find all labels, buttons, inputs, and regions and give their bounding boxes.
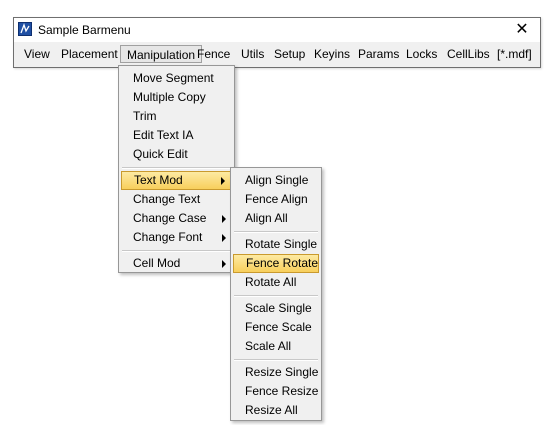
app-icon [18,22,32,36]
submenu-arrow-icon [222,260,226,268]
menu-bar: View Placement Manipulation Fence Utils … [14,43,540,65]
menu-item-cell-mod[interactable]: Cell Mod [121,254,232,273]
menu-item-label: Change Font [133,230,203,244]
menu-item-align-all[interactable]: Align All [233,209,319,228]
app-window: Sample Barmenu ✕ View Placement Manipula… [13,17,541,68]
menu-item-fence-align[interactable]: Fence Align [233,190,319,209]
menu-item-label: Text Mod [134,173,183,187]
menu-separator [122,167,231,169]
text-mod-submenu: Align Single Fence Align Align All Rotat… [230,167,322,421]
menu-locks[interactable]: Locks [400,45,443,63]
menu-separator [234,295,318,297]
menu-item-fence-resize[interactable]: Fence Resize [233,382,319,401]
menu-separator [122,250,231,252]
menu-fence[interactable]: Fence [191,45,236,63]
menu-item-change-text[interactable]: Change Text [121,190,232,209]
menu-item-fence-scale[interactable]: Fence Scale [233,318,319,337]
menu-item-text-mod[interactable]: Text Mod [121,171,232,190]
menu-separator [234,359,318,361]
menu-item-label: Change Case [133,211,207,225]
menu-celllibs[interactable]: CellLibs [441,45,496,63]
submenu-arrow-icon [221,177,225,185]
menu-item-trim[interactable]: Trim [121,107,232,126]
submenu-arrow-icon [222,215,226,223]
menu-manipulation[interactable]: Manipulation [120,45,203,63]
menu-item-align-single[interactable]: Align Single [233,171,319,190]
title-bar[interactable]: Sample Barmenu ✕ [14,18,540,42]
menu-item-scale-all[interactable]: Scale All [233,337,319,356]
menu-item-move-segment[interactable]: Move Segment [121,69,232,88]
menu-keyins[interactable]: Keyins [308,45,356,63]
menu-item-rotate-single[interactable]: Rotate Single [233,235,319,254]
menu-item-edit-text-ia[interactable]: Edit Text IA [121,126,232,145]
menu-item-scale-single[interactable]: Scale Single [233,299,319,318]
menu-separator [234,231,318,233]
menu-view[interactable]: View [18,45,56,63]
window-title: Sample Barmenu [38,23,131,37]
menu-mdf[interactable]: [*.mdf] [491,45,538,63]
menu-item-multiple-copy[interactable]: Multiple Copy [121,88,232,107]
menu-item-fence-rotate[interactable]: Fence Rotate [233,254,319,273]
menu-item-change-font[interactable]: Change Font [121,228,232,247]
menu-item-change-case[interactable]: Change Case [121,209,232,228]
menu-item-quick-edit[interactable]: Quick Edit [121,145,232,164]
menu-item-rotate-all[interactable]: Rotate All [233,273,319,292]
submenu-arrow-icon [222,234,226,242]
menu-setup[interactable]: Setup [268,45,311,63]
menu-item-label: Cell Mod [133,256,181,270]
close-icon[interactable]: ✕ [510,20,534,40]
menu-utils[interactable]: Utils [235,45,270,63]
manipulation-menu: Move Segment Multiple Copy Trim Edit Tex… [118,65,235,273]
menu-placement[interactable]: Placement [55,45,124,63]
menu-params[interactable]: Params [352,45,405,63]
menu-item-resize-all[interactable]: Resize All [233,401,319,420]
menu-item-resize-single[interactable]: Resize Single [233,363,319,382]
